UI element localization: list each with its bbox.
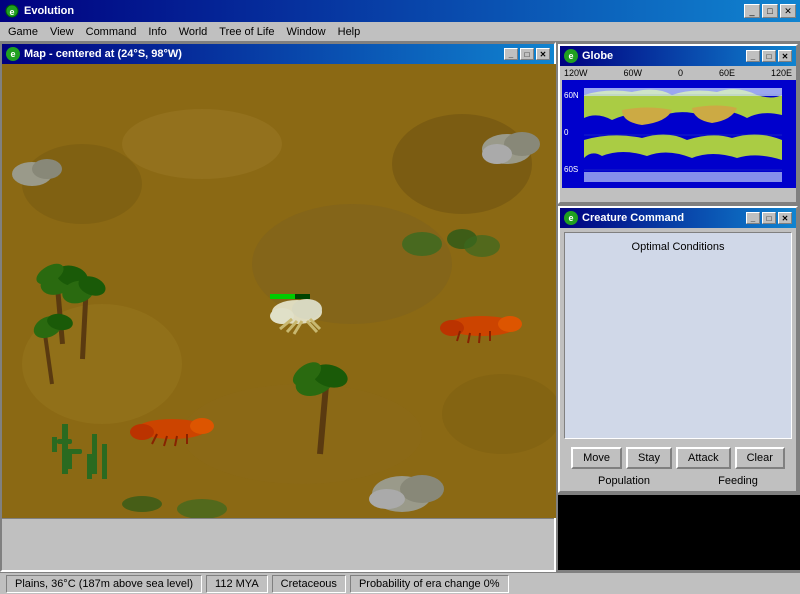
app-minimize-btn[interactable]: _ [744, 4, 760, 18]
creature-command-window-controls: _ □ ✕ [746, 212, 792, 224]
map-window-controls: _ □ ✕ [504, 48, 550, 60]
stay-button[interactable]: Stay [626, 447, 672, 469]
probability-display: Probability of era change 0% [359, 578, 500, 590]
map-panel: e Map - centered at (24°S, 98°W) _ □ ✕ [0, 42, 556, 572]
svg-text:60N: 60N [564, 91, 579, 100]
map-maximize-btn[interactable]: □ [520, 48, 534, 60]
globe-title-bar: e Globe _ □ ✕ [560, 46, 796, 66]
svg-text:60S: 60S [564, 165, 578, 174]
creature-maximize-btn[interactable]: □ [762, 212, 776, 224]
map-title: Map - centered at (24°S, 98°W) [24, 48, 182, 60]
globe-panel: e Globe _ □ ✕ 120W 60W 0 60E 120E [558, 44, 798, 204]
map-close-btn[interactable]: ✕ [536, 48, 550, 60]
attack-button[interactable]: Attack [676, 447, 731, 469]
status-bar: Plains, 36°C (187m above sea level) 112 … [0, 572, 800, 594]
creature-command-title-bar: e Creature Command _ □ ✕ [560, 208, 796, 228]
menu-view[interactable]: View [44, 24, 80, 40]
globe-window-controls: _ □ ✕ [746, 50, 792, 62]
globe-minimize-btn[interactable]: _ [746, 50, 760, 62]
map-minimize-btn[interactable]: _ [504, 48, 518, 60]
creature-close-btn[interactable]: ✕ [778, 212, 792, 224]
time-segment: 112 MYA [206, 575, 268, 593]
svg-text:0: 0 [564, 128, 569, 137]
menu-world[interactable]: World [173, 24, 214, 40]
lon-label-60w: 60W [623, 68, 642, 78]
app-window-controls: _ □ ✕ [744, 4, 796, 18]
lon-label-0: 0 [678, 68, 683, 78]
lon-label-120e: 120E [771, 68, 792, 78]
population-label: Population [598, 475, 650, 487]
map-status-bar [2, 518, 554, 540]
terrain-info-segment: Plains, 36°C (187m above sea level) [6, 575, 202, 593]
globe-content: 120W 60W 0 60E 120E 60N 0 60S [560, 66, 796, 204]
clear-button[interactable]: Clear [735, 447, 785, 469]
menu-window[interactable]: Window [281, 24, 332, 40]
globe-map-svg: 60N 0 60S [562, 80, 796, 188]
command-bottom-labels: Population Feeding [564, 475, 792, 487]
era-segment: Cretaceous [272, 575, 346, 593]
feeding-label: Feeding [718, 475, 758, 487]
map-title-bar: e Map - centered at (24°S, 98°W) _ □ ✕ [2, 44, 554, 64]
move-button[interactable]: Move [571, 447, 622, 469]
creature-command-panel: e Creature Command _ □ ✕ Optimal Conditi… [558, 206, 798, 493]
map-viewport[interactable] [2, 64, 556, 518]
main-content: e Map - centered at (24°S, 98°W) _ □ ✕ [0, 42, 800, 572]
globe-title: Globe [582, 50, 613, 62]
app-title-bar: e Evolution _ □ ✕ [0, 0, 800, 22]
menu-bar: Game View Command Info World Tree of Lif… [0, 22, 800, 42]
creature-command-buttons: Move Stay Attack Clear [564, 447, 792, 469]
app-maximize-btn[interactable]: □ [762, 4, 778, 18]
app-close-btn[interactable]: ✕ [780, 4, 796, 18]
era-display: Cretaceous [281, 578, 337, 590]
creature-minimize-btn[interactable]: _ [746, 212, 760, 224]
globe-maximize-btn[interactable]: □ [762, 50, 776, 62]
globe-close-btn[interactable]: ✕ [778, 50, 792, 62]
terrain-svg [2, 64, 556, 518]
optimal-conditions-label: Optimal Conditions [632, 241, 725, 253]
right-panel: e Globe _ □ ✕ 120W 60W 0 60E 120E [556, 42, 800, 572]
bottom-black-area [558, 495, 800, 570]
creature-command-icon: e [564, 211, 578, 225]
creature-command-content: Optimal Conditions Move Stay Attack Clea… [560, 228, 796, 491]
terrain-info: Plains, 36°C (187m above sea level) [15, 578, 193, 590]
app-title: Evolution [24, 5, 744, 17]
menu-info[interactable]: Info [142, 24, 172, 40]
app-icon: e [4, 3, 20, 19]
globe-icon: e [564, 49, 578, 63]
time-display: 112 MYA [215, 578, 259, 590]
menu-command[interactable]: Command [80, 24, 143, 40]
creature-command-title: Creature Command [582, 212, 684, 224]
menu-help[interactable]: Help [332, 24, 367, 40]
map-window-icon: e [6, 47, 20, 61]
menu-game[interactable]: Game [2, 24, 44, 40]
globe-longitude-labels: 120W 60W 0 60E 120E [562, 68, 794, 78]
probability-segment: Probability of era change 0% [350, 575, 509, 593]
svg-text:e: e [9, 7, 14, 17]
menu-tree-of-life[interactable]: Tree of Life [213, 24, 280, 40]
lon-label-60e: 60E [719, 68, 735, 78]
optimal-conditions-display: Optimal Conditions [564, 232, 792, 439]
lon-label-120w: 120W [564, 68, 588, 78]
